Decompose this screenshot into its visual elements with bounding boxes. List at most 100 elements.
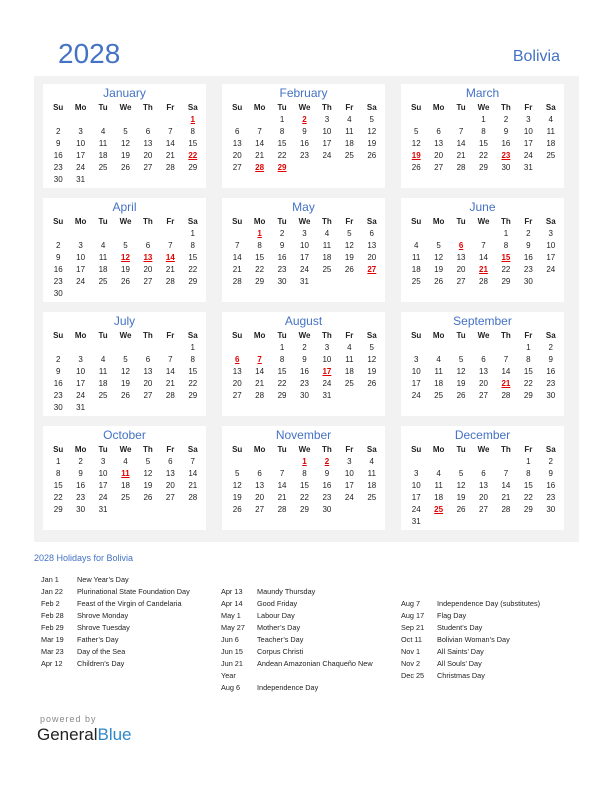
day-cell[interactable]: 15 — [271, 138, 293, 150]
day-cell[interactable]: 28 — [271, 504, 293, 516]
day-cell[interactable]: 20 — [226, 378, 248, 390]
day-cell[interactable]: 6 — [137, 126, 159, 138]
day-cell[interactable]: 24 — [316, 378, 338, 390]
day-cell[interactable]: 26 — [427, 276, 449, 288]
day-cell[interactable]: 17 — [92, 480, 114, 492]
holiday-day-cell[interactable]: 6 — [450, 240, 472, 252]
day-cell[interactable]: 14 — [159, 366, 181, 378]
day-cell[interactable]: 14 — [472, 252, 494, 264]
day-cell[interactable]: 15 — [271, 366, 293, 378]
day-cell[interactable]: 6 — [472, 354, 494, 366]
day-cell[interactable]: 9 — [540, 468, 562, 480]
day-cell[interactable]: 7 — [271, 468, 293, 480]
day-cell[interactable]: 17 — [405, 378, 427, 390]
holiday-day-cell[interactable]: 29 — [271, 162, 293, 174]
day-cell[interactable]: 5 — [427, 240, 449, 252]
day-cell[interactable]: 18 — [361, 480, 383, 492]
day-cell[interactable]: 20 — [361, 252, 383, 264]
day-cell[interactable]: 13 — [226, 366, 248, 378]
holiday-day-cell[interactable]: 17 — [316, 366, 338, 378]
day-cell[interactable]: 13 — [450, 252, 472, 264]
day-cell[interactable]: 20 — [137, 150, 159, 162]
day-cell[interactable]: 19 — [361, 366, 383, 378]
day-cell[interactable]: 28 — [248, 390, 270, 402]
day-cell[interactable]: 15 — [293, 480, 315, 492]
day-cell[interactable]: 4 — [405, 240, 427, 252]
day-cell[interactable]: 19 — [450, 378, 472, 390]
holiday-day-cell[interactable]: 23 — [495, 150, 517, 162]
day-cell[interactable]: 15 — [248, 252, 270, 264]
day-cell[interactable]: 15 — [517, 366, 539, 378]
day-cell[interactable]: 11 — [316, 240, 338, 252]
day-cell[interactable]: 4 — [114, 456, 136, 468]
day-cell[interactable]: 24 — [92, 492, 114, 504]
day-cell[interactable]: 20 — [472, 492, 494, 504]
day-cell[interactable]: 9 — [47, 252, 69, 264]
day-cell[interactable]: 7 — [495, 354, 517, 366]
day-cell[interactable]: 22 — [472, 150, 494, 162]
day-cell[interactable]: 3 — [540, 228, 562, 240]
day-cell[interactable]: 6 — [137, 240, 159, 252]
day-cell[interactable]: 11 — [361, 468, 383, 480]
day-cell[interactable]: 25 — [427, 390, 449, 402]
day-cell[interactable]: 25 — [338, 150, 360, 162]
day-cell[interactable]: 18 — [427, 492, 449, 504]
day-cell[interactable]: 1 — [495, 228, 517, 240]
day-cell[interactable]: 5 — [361, 114, 383, 126]
day-cell[interactable]: 14 — [495, 366, 517, 378]
day-cell[interactable]: 9 — [69, 468, 91, 480]
holiday-day-cell[interactable]: 14 — [159, 252, 181, 264]
day-cell[interactable]: 16 — [47, 264, 69, 276]
day-cell[interactable]: 4 — [361, 456, 383, 468]
day-cell[interactable]: 16 — [69, 480, 91, 492]
day-cell[interactable]: 17 — [69, 264, 91, 276]
day-cell[interactable]: 12 — [338, 240, 360, 252]
day-cell[interactable]: 22 — [271, 150, 293, 162]
day-cell[interactable]: 8 — [517, 468, 539, 480]
day-cell[interactable]: 27 — [472, 504, 494, 516]
holiday-day-cell[interactable]: 25 — [427, 504, 449, 516]
day-cell[interactable]: 30 — [495, 162, 517, 174]
day-cell[interactable]: 4 — [338, 114, 360, 126]
day-cell[interactable]: 17 — [316, 138, 338, 150]
day-cell[interactable]: 2 — [47, 354, 69, 366]
day-cell[interactable]: 28 — [495, 390, 517, 402]
day-cell[interactable]: 30 — [540, 504, 562, 516]
day-cell[interactable]: 6 — [427, 126, 449, 138]
day-cell[interactable]: 10 — [69, 138, 91, 150]
day-cell[interactable]: 20 — [159, 480, 181, 492]
day-cell[interactable]: 14 — [450, 138, 472, 150]
day-cell[interactable]: 29 — [182, 162, 204, 174]
day-cell[interactable]: 11 — [427, 366, 449, 378]
day-cell[interactable]: 8 — [271, 354, 293, 366]
day-cell[interactable]: 27 — [137, 390, 159, 402]
day-cell[interactable]: 19 — [137, 480, 159, 492]
day-cell[interactable]: 18 — [114, 480, 136, 492]
day-cell[interactable]: 10 — [316, 354, 338, 366]
day-cell[interactable]: 17 — [338, 480, 360, 492]
day-cell[interactable]: 25 — [405, 276, 427, 288]
day-cell[interactable]: 4 — [92, 240, 114, 252]
day-cell[interactable]: 24 — [405, 390, 427, 402]
day-cell[interactable]: 12 — [114, 366, 136, 378]
holiday-day-cell[interactable]: 19 — [405, 150, 427, 162]
day-cell[interactable]: 11 — [338, 354, 360, 366]
day-cell[interactable]: 1 — [472, 114, 494, 126]
day-cell[interactable]: 29 — [495, 276, 517, 288]
day-cell[interactable]: 12 — [450, 480, 472, 492]
holiday-day-cell[interactable]: 21 — [472, 264, 494, 276]
day-cell[interactable]: 10 — [92, 468, 114, 480]
day-cell[interactable]: 25 — [361, 492, 383, 504]
day-cell[interactable]: 13 — [472, 366, 494, 378]
day-cell[interactable]: 28 — [472, 276, 494, 288]
day-cell[interactable]: 16 — [271, 252, 293, 264]
day-cell[interactable]: 10 — [69, 252, 91, 264]
day-cell[interactable]: 21 — [248, 150, 270, 162]
day-cell[interactable]: 4 — [92, 126, 114, 138]
day-cell[interactable]: 4 — [316, 228, 338, 240]
day-cell[interactable]: 8 — [182, 126, 204, 138]
day-cell[interactable]: 19 — [114, 150, 136, 162]
day-cell[interactable]: 5 — [450, 354, 472, 366]
holiday-day-cell[interactable]: 28 — [248, 162, 270, 174]
day-cell[interactable]: 28 — [450, 162, 472, 174]
